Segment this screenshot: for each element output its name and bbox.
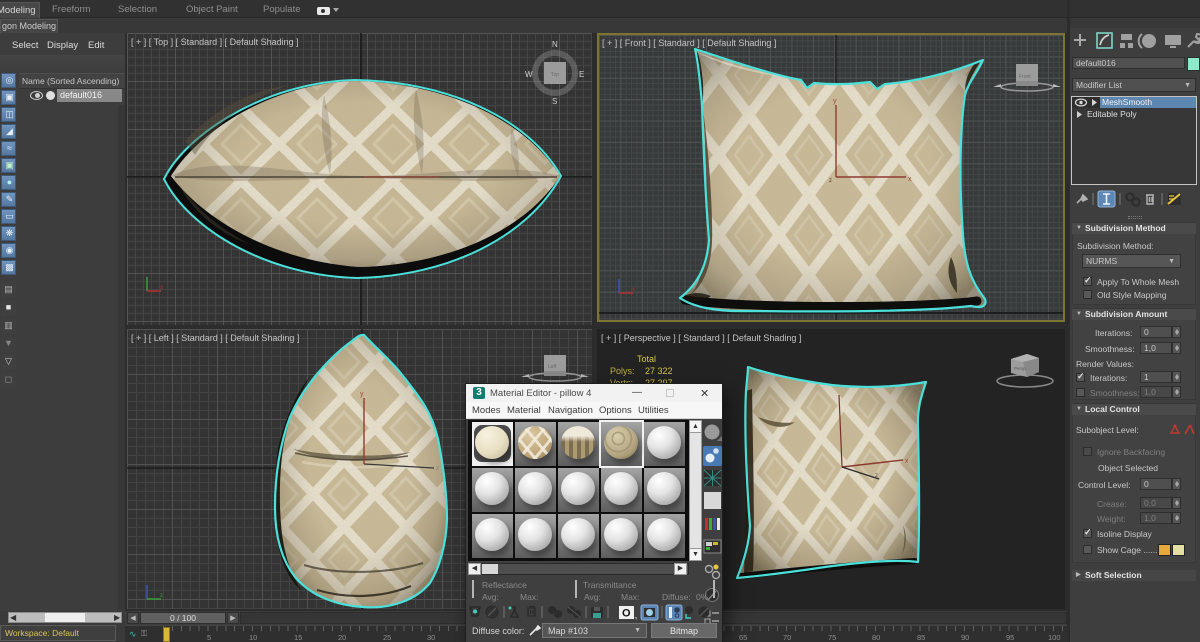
- svg-text:z: z: [875, 473, 878, 479]
- svg-text:x: x: [632, 287, 635, 293]
- svg-text:Left: Left: [548, 364, 557, 370]
- svg-text:x: x: [908, 176, 912, 183]
- svg-text:Total: Total: [637, 354, 656, 364]
- svg-text:Polys:: Polys:: [610, 366, 635, 376]
- svg-text:z: z: [160, 593, 163, 599]
- svg-text:x: x: [160, 285, 163, 291]
- svg-text:z: z: [829, 178, 832, 184]
- svg-text:S: S: [552, 97, 557, 106]
- svg-text:W: W: [525, 70, 533, 79]
- svg-text:x: x: [905, 458, 909, 465]
- svg-text:27 322: 27 322: [645, 366, 673, 376]
- svg-text:O: O: [622, 608, 631, 620]
- svg-text:E: E: [579, 70, 584, 79]
- svg-text:y: y: [360, 391, 364, 398]
- svg-text:z: z: [436, 465, 440, 472]
- svg-text:N: N: [552, 40, 558, 49]
- svg-text:Front: Front: [1019, 74, 1031, 80]
- svg-text:y: y: [833, 98, 837, 105]
- svg-text:Persp: Persp: [1014, 366, 1026, 371]
- svg-text:Top: Top: [551, 72, 559, 78]
